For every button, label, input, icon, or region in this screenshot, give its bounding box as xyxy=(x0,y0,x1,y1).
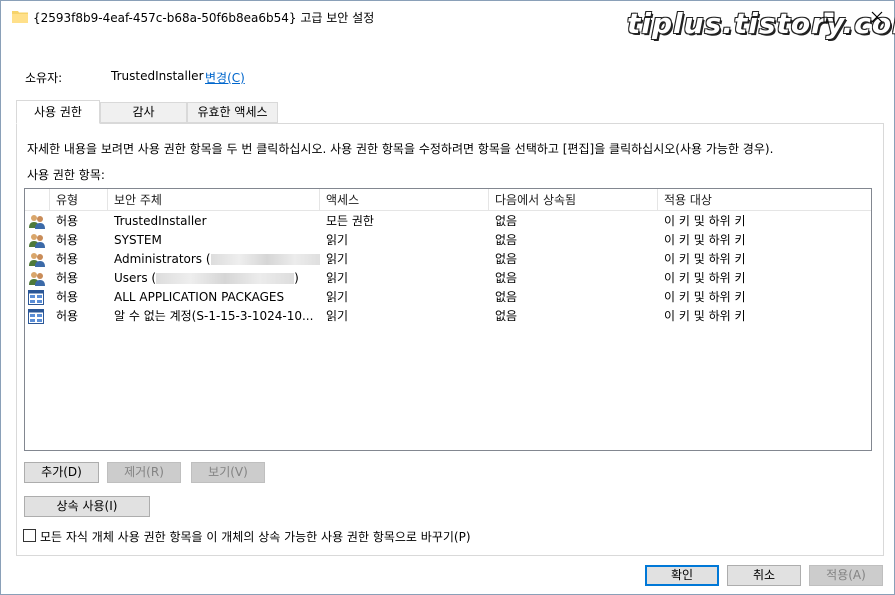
row-applies-to: 이 키 및 하위 키 xyxy=(664,214,746,228)
row-inherited-from: 없음 xyxy=(495,214,518,228)
view-button[interactable]: 보기(V) xyxy=(191,462,265,483)
header-inherited-from[interactable]: 다음에서 상속됨 xyxy=(489,189,658,211)
row-applies-to: 이 키 및 하위 키 xyxy=(664,290,746,304)
owner-label: 소유자: xyxy=(25,71,63,85)
row-principal: Users () xyxy=(108,269,320,288)
table-row[interactable]: 허용 SYSTEM 읽기 없음 이 키 및 하위 키 xyxy=(25,231,871,250)
panel-description: 자세한 내용을 보려면 사용 권한 항목을 두 번 클릭하십시오. 사용 권한 … xyxy=(27,142,774,156)
row-access: 읽기 xyxy=(326,233,349,247)
tab-auditing[interactable]: 감사 xyxy=(100,102,187,123)
permissions-panel: 자세한 내용을 보려면 사용 권한 항목을 두 번 클릭하십시오. 사용 권한 … xyxy=(16,123,884,556)
list-header: 유형 보안 주체 액세스 다음에서 상속됨 적용 대상 xyxy=(25,189,871,211)
tab-permissions[interactable]: 사용 권한 xyxy=(16,100,100,124)
row-principal-text: Administrators ( xyxy=(114,252,211,266)
ok-button[interactable]: 확인 xyxy=(645,565,719,586)
row-inherited-from: 없음 xyxy=(495,233,518,247)
title-bar[interactable]: {2593f8b9-4eaf-457c-b68a-50f6b8ea6b54} 고… xyxy=(1,1,895,40)
row-principal-text: Users ( xyxy=(114,271,157,285)
users-icon xyxy=(25,231,50,250)
row-applies-to: 이 키 및 하위 키 xyxy=(664,271,746,285)
folder-icon xyxy=(12,11,28,23)
row-type: 허용 xyxy=(56,233,79,247)
row-access: 읽기 xyxy=(326,271,349,285)
redacted-region xyxy=(210,254,320,265)
row-access: 모든 권한 xyxy=(326,214,374,228)
advanced-security-settings-window: {2593f8b9-4eaf-457c-b68a-50f6b8ea6b54} 고… xyxy=(0,0,895,595)
header-principal[interactable]: 보안 주체 xyxy=(108,189,320,211)
header-access[interactable]: 액세스 xyxy=(320,189,489,211)
row-principal: TrustedInstaller xyxy=(114,214,207,228)
row-principal: Administrators ( xyxy=(108,250,320,269)
watermark: tiplus.tistory.com xyxy=(627,7,895,40)
row-principal-suffix: ) xyxy=(294,271,299,285)
users-icon xyxy=(25,250,50,269)
table-row[interactable]: 허용 TrustedInstaller 모든 권한 없음 이 키 및 하위 키 xyxy=(25,212,871,231)
row-type: 허용 xyxy=(56,309,79,323)
window-title: {2593f8b9-4eaf-457c-b68a-50f6b8ea6b54} 고… xyxy=(33,11,375,25)
users-icon xyxy=(25,212,50,231)
change-owner-link[interactable]: 변경(C) xyxy=(205,69,245,86)
row-inherited-from: 없음 xyxy=(495,309,518,323)
remove-button[interactable]: 제거(R) xyxy=(107,462,181,483)
row-type: 허용 xyxy=(56,290,79,304)
row-principal: SYSTEM xyxy=(114,233,162,247)
app-package-icon xyxy=(25,307,50,326)
row-access: 읽기 xyxy=(326,290,349,304)
permission-entries-label: 사용 권한 항목: xyxy=(27,168,105,182)
enable-inheritance-button[interactable]: 상속 사용(I) xyxy=(24,496,150,517)
row-inherited-from: 없음 xyxy=(495,271,518,285)
row-inherited-from: 없음 xyxy=(495,252,518,266)
table-row[interactable]: 허용 알 수 없는 계정(S-1-15-3-1024-10... 읽기 없음 이… xyxy=(25,307,871,326)
maximize-icon[interactable] xyxy=(819,7,839,27)
row-principal: ALL APPLICATION PACKAGES xyxy=(114,290,285,304)
table-row[interactable]: 허용 Administrators ( 읽기 없음 이 키 및 하위 키 xyxy=(25,250,871,269)
row-applies-to: 이 키 및 하위 키 xyxy=(664,252,746,266)
row-principal: 알 수 없는 계정(S-1-15-3-1024-10... xyxy=(114,309,314,323)
row-applies-to: 이 키 및 하위 키 xyxy=(664,309,746,323)
header-icon-column[interactable] xyxy=(25,189,50,211)
replace-child-permissions-label[interactable]: 모든 자식 개체 사용 권한 항목을 이 개체의 상속 가능한 사용 권한 항목… xyxy=(40,528,471,545)
apply-button[interactable]: 적용(A) xyxy=(809,565,883,586)
owner-value: TrustedInstaller xyxy=(111,69,204,83)
replace-child-permissions-checkbox[interactable] xyxy=(23,529,36,542)
row-type: 허용 xyxy=(56,214,79,228)
row-applies-to: 이 키 및 하위 키 xyxy=(664,233,746,247)
header-type[interactable]: 유형 xyxy=(50,189,108,211)
row-type: 허용 xyxy=(56,252,79,266)
row-type: 허용 xyxy=(56,271,79,285)
header-applies-to[interactable]: 적용 대상 xyxy=(658,189,871,211)
redacted-region xyxy=(156,273,295,284)
row-access: 읽기 xyxy=(326,309,349,323)
tab-effective-access[interactable]: 유효한 액세스 xyxy=(187,102,278,123)
permission-entries-list[interactable]: 유형 보안 주체 액세스 다음에서 상속됨 적용 대상 허용 TrustedIn… xyxy=(24,188,872,451)
close-icon[interactable] xyxy=(867,7,887,27)
table-row[interactable]: 허용 Users () 읽기 없음 이 키 및 하위 키 xyxy=(25,269,871,288)
cancel-button[interactable]: 취소 xyxy=(727,565,801,586)
add-button[interactable]: 추가(D) xyxy=(24,462,99,483)
table-row[interactable]: 허용 ALL APPLICATION PACKAGES 읽기 없음 이 키 및 … xyxy=(25,288,871,307)
app-package-icon xyxy=(25,288,50,307)
row-access: 읽기 xyxy=(326,252,349,266)
users-icon xyxy=(25,269,50,288)
row-inherited-from: 없음 xyxy=(495,290,518,304)
